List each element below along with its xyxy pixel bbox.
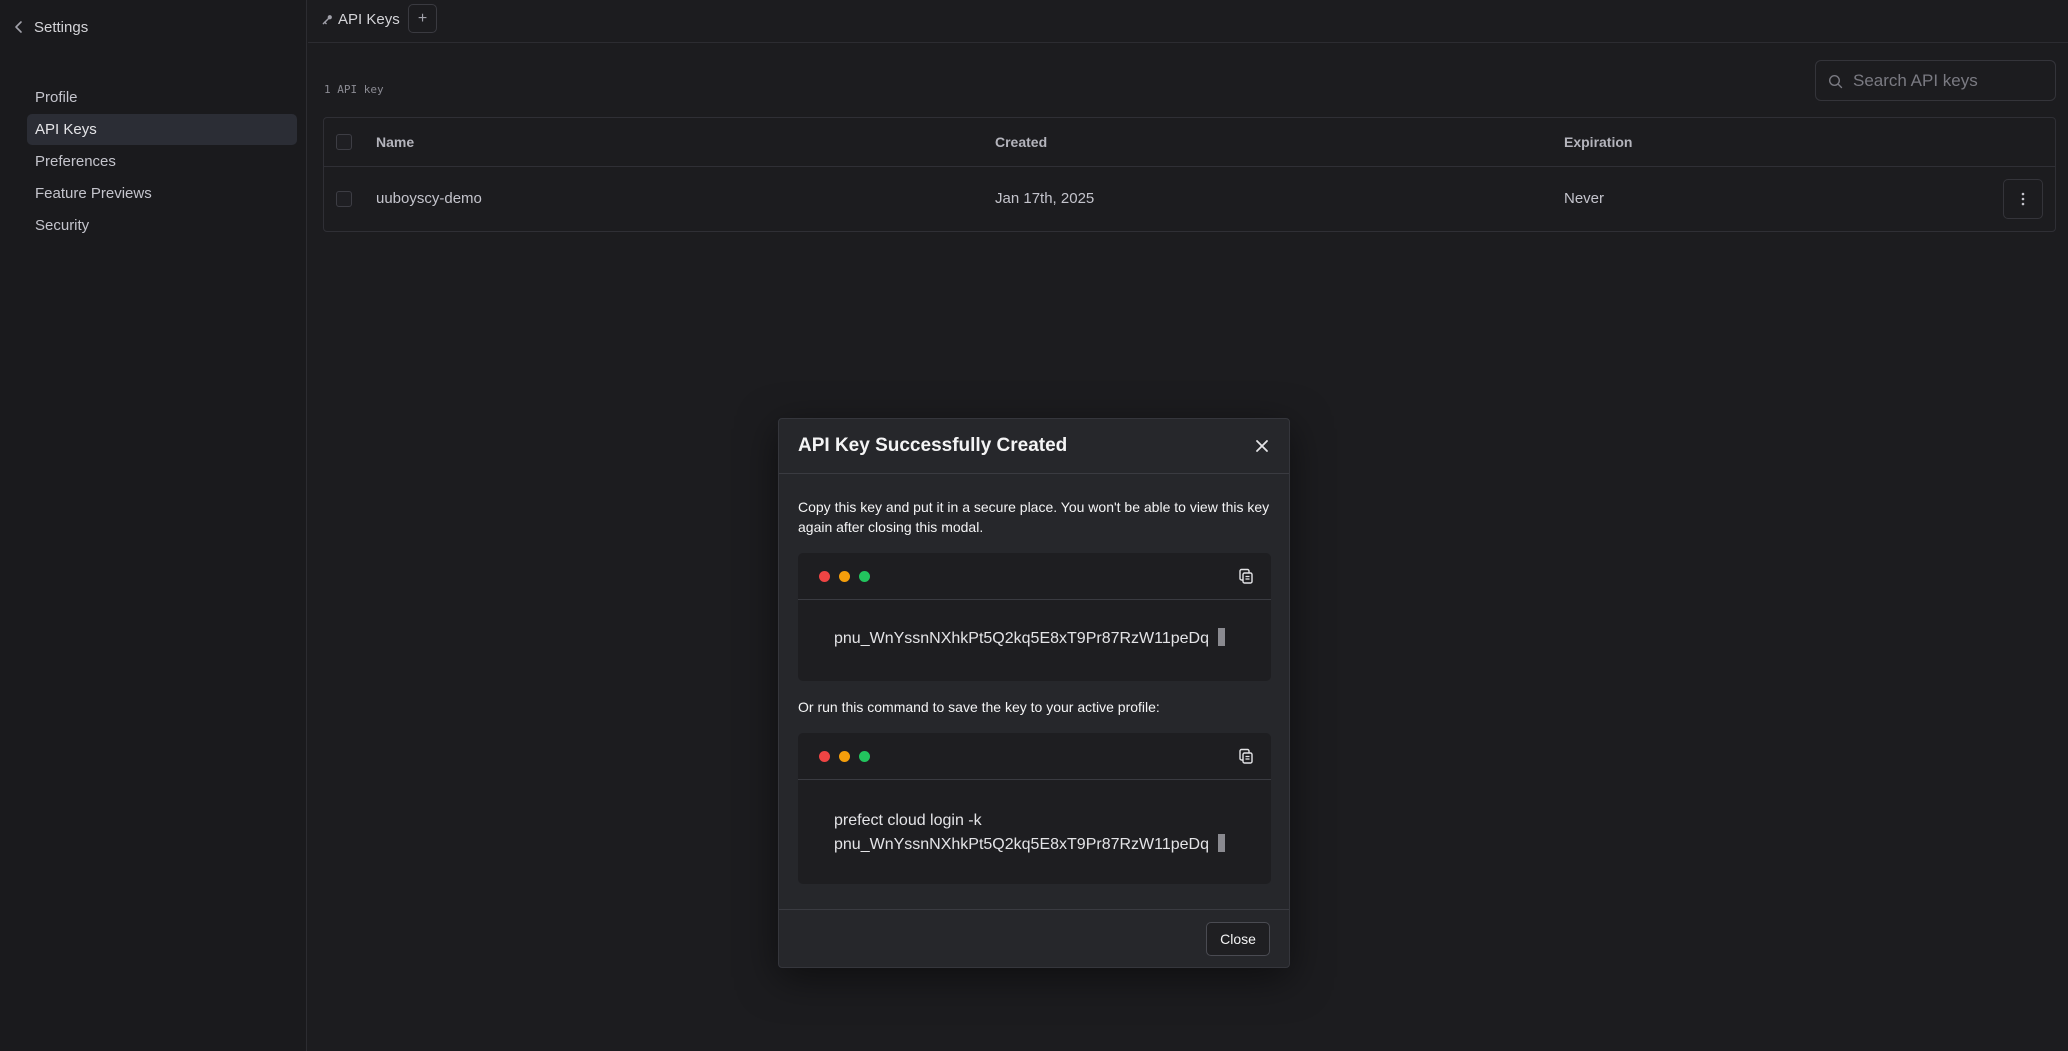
code-block-toolbar [798, 733, 1271, 780]
copy-icon[interactable] [1237, 747, 1255, 765]
settings-sidebar: Settings Profile API Keys Preferences Fe… [0, 0, 307, 1051]
back-to-settings[interactable]: Settings [12, 16, 88, 38]
chevron-left-icon [15, 21, 22, 33]
command-code-block: prefect cloud login -k pnu_WnYssnNXhkPt5Q… [798, 733, 1271, 884]
column-header-created[interactable]: Created [995, 134, 1047, 150]
sidebar-item-security[interactable]: Security [27, 210, 297, 241]
amber-dot [839, 571, 850, 582]
api-key-code-block: pnu_WnYssnNXhkPt5Q2kq5E8xT9Pr87RzW11peDq [798, 553, 1271, 681]
search-input[interactable] [1853, 61, 2048, 100]
breadcrumb: API Keys [322, 8, 400, 30]
red-dot [819, 751, 830, 762]
search-box [1815, 60, 2056, 101]
red-dot [819, 571, 830, 582]
command-line-2: pnu_WnYssnNXhkPt5Q2kq5E8xT9Pr87RzW11peDq [834, 836, 1209, 853]
close-button[interactable]: Close [1206, 922, 1270, 956]
top-bar: API Keys + [308, 0, 2068, 43]
row-actions-button[interactable] [2003, 179, 2043, 219]
back-label: Settings [34, 18, 89, 36]
green-dot [859, 751, 870, 762]
settings-nav: Profile API Keys Preferences Feature Pre… [27, 82, 297, 242]
more-vertical-icon [2021, 192, 2025, 206]
table-header: Name Created Expiration [324, 118, 2055, 167]
sidebar-item-preferences[interactable]: Preferences [27, 146, 297, 177]
api-keys-table: Name Created Expiration uuboyscy-demo Ja… [323, 117, 2056, 232]
table-row: uuboyscy-demo Jan 17th, 2025 Never [324, 167, 2055, 232]
command-value[interactable]: prefect cloud login -k pnu_WnYssnNXhkPt5Q… [834, 809, 1225, 857]
command-line-1: prefect cloud login -k [834, 812, 982, 829]
terminal-cursor [1218, 834, 1225, 852]
copy-icon[interactable] [1237, 567, 1255, 585]
close-icon[interactable] [1253, 437, 1271, 455]
green-dot [859, 571, 870, 582]
api-key-text: pnu_WnYssnNXhkPt5Q2kq5E8xT9Pr87RzW11peDq [834, 630, 1209, 647]
page-title: API Keys [338, 10, 400, 28]
row-checkbox[interactable] [336, 191, 352, 207]
sidebar-item-profile[interactable]: Profile [27, 82, 297, 113]
modal-title: API Key Successfully Created [798, 435, 1068, 456]
cell-created: Jan 17th, 2025 [995, 190, 1095, 207]
command-intro: Or run this command to save the key to y… [798, 699, 1160, 715]
cell-name: uuboyscy-demo [376, 190, 482, 207]
plus-icon: + [417, 9, 428, 27]
modal-header: API Key Successfully Created [779, 419, 1289, 474]
code-block-toolbar [798, 553, 1271, 600]
column-header-name[interactable]: Name [376, 134, 414, 150]
sidebar-item-api-keys[interactable]: API Keys [27, 114, 297, 145]
select-all-checkbox[interactable] [336, 134, 352, 150]
cell-expiration: Never [1564, 190, 1605, 207]
amber-dot [839, 751, 850, 762]
terminal-cursor [1218, 628, 1225, 646]
column-header-expiration[interactable]: Expiration [1564, 134, 1632, 150]
key-icon [322, 14, 332, 24]
search-icon [1828, 74, 1843, 89]
add-api-key-button[interactable]: + [408, 4, 437, 33]
api-key-created-modal: API Key Successfully Created Copy this k… [778, 418, 1290, 968]
api-key-value[interactable]: pnu_WnYssnNXhkPt5Q2kq5E8xT9Pr87RzW11peDq [834, 627, 1225, 651]
modal-footer: Close [779, 909, 1289, 968]
modal-description: Copy this key and put it in a secure pla… [798, 499, 1270, 535]
api-key-count: 1 API key [324, 83, 384, 96]
sidebar-item-feature-previews[interactable]: Feature Previews [27, 178, 297, 209]
